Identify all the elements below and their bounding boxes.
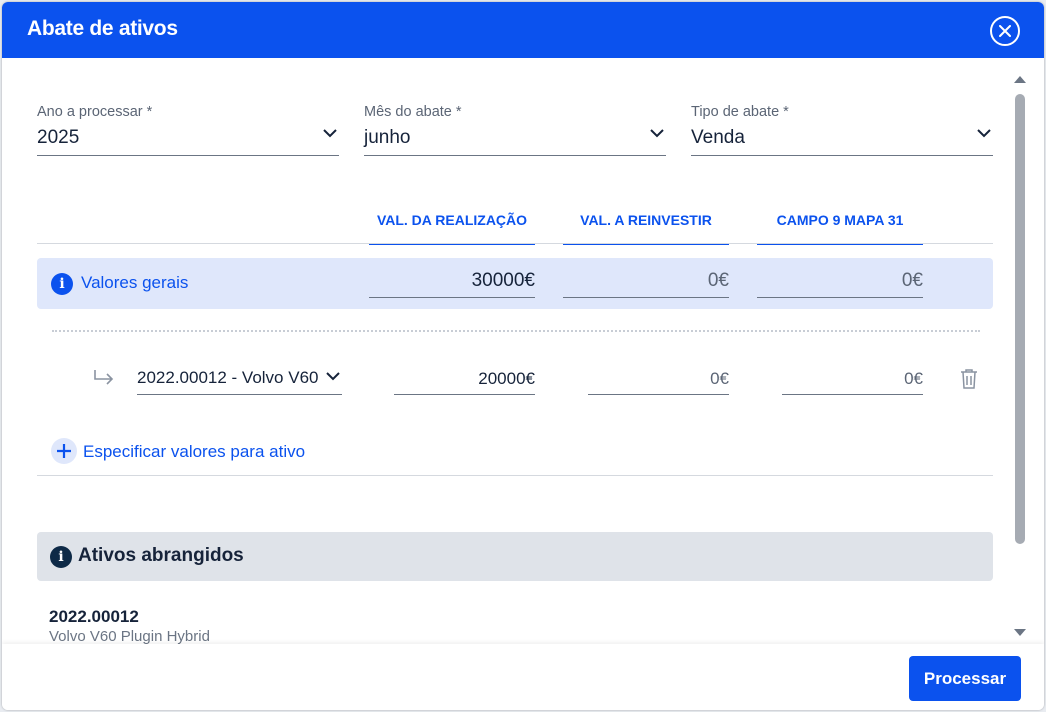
chevron-down-icon: [650, 129, 664, 138]
column-header-realization: VAL. DA REALIZAÇÃO: [369, 203, 535, 245]
general-realization-input[interactable]: 30000€: [369, 266, 535, 298]
year-value: 2025: [37, 127, 80, 148]
scroll-down-arrow-icon[interactable]: [1013, 628, 1027, 638]
dialog-content: Ano a processar * 2025 Mês do abate * ju…: [2, 58, 1044, 644]
scroll-up-arrow-icon[interactable]: [1013, 74, 1027, 84]
info-icon: i: [50, 546, 72, 568]
covered-assets-title: Ativos abrangidos: [78, 545, 244, 566]
asset-select[interactable]: 2022.00012 - Volvo V60: [137, 364, 342, 395]
covered-asset-name: Volvo V60 Plugin Hybrid: [49, 628, 210, 644]
covered-asset-code: 2022.00012: [49, 607, 139, 626]
dotted-divider: [52, 330, 980, 332]
dialog-header: Abate de ativos: [2, 2, 1044, 58]
column-header-campo9: CAMPO 9 MAPA 31: [757, 203, 923, 245]
dialog-title: Abate de ativos: [27, 17, 178, 40]
plus-icon: [51, 438, 77, 464]
chevron-down-icon: [323, 129, 337, 138]
info-icon: i: [51, 273, 73, 295]
month-select[interactable]: Mês do abate * junho: [364, 104, 666, 156]
type-select[interactable]: Tipo de abate * Venda: [691, 104, 993, 156]
asset-writeoff-dialog: Abate de ativos Ano a processar * 2025 M…: [2, 2, 1044, 710]
close-button[interactable]: [990, 16, 1020, 46]
header-divider: [37, 243, 993, 244]
scrollbar-thumb[interactable]: [1015, 94, 1025, 544]
asset-campo9-input[interactable]: 0€: [782, 364, 923, 395]
month-value: junho: [364, 127, 411, 148]
subdirectory-arrow-icon: [94, 370, 114, 385]
column-header-reinvest: VAL. A REINVESTIR: [563, 203, 729, 245]
general-values-label: Valores gerais: [81, 273, 189, 292]
chevron-down-icon: [977, 129, 991, 138]
year-label: Ano a processar *: [37, 104, 153, 120]
section-divider: [37, 475, 993, 476]
chevron-down-icon: [326, 372, 340, 381]
close-icon: [999, 25, 1011, 37]
process-button[interactable]: Processar: [909, 656, 1021, 701]
type-value: Venda: [691, 127, 745, 148]
general-campo9-input[interactable]: 0€: [757, 266, 923, 298]
general-reinvest-input[interactable]: 0€: [563, 266, 729, 298]
covered-assets-header: i Ativos abrangidos: [37, 532, 993, 581]
add-asset-values-label: Especificar valores para ativo: [83, 442, 306, 461]
asset-select-value: 2022.00012 - Volvo V60: [137, 368, 319, 387]
trash-icon[interactable]: [959, 368, 979, 390]
asset-reinvest-input[interactable]: 0€: [588, 364, 729, 395]
month-label: Mês do abate *: [364, 104, 462, 120]
asset-realization-input[interactable]: 20000€: [394, 364, 535, 395]
dialog-footer: Processar: [2, 644, 1044, 710]
type-label: Tipo de abate *: [691, 104, 789, 120]
year-select[interactable]: Ano a processar * 2025: [37, 104, 339, 156]
